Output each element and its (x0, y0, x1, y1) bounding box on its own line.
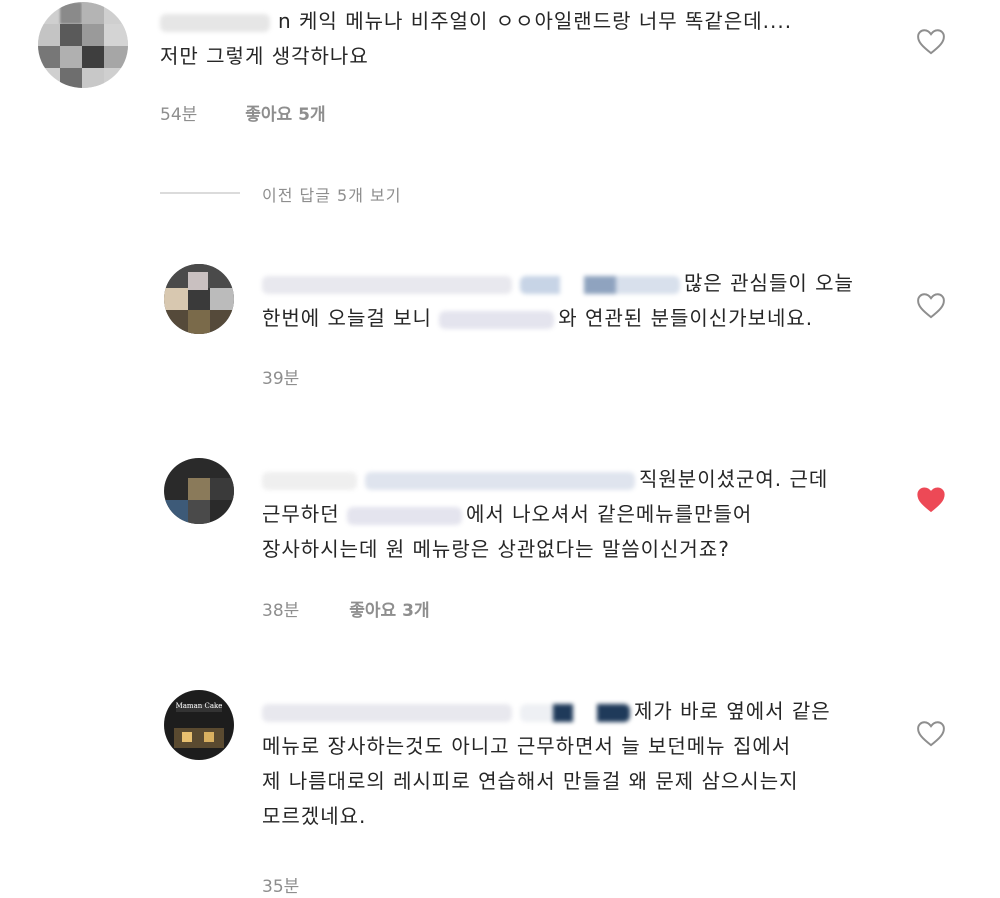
comment-time: 54분 (160, 105, 198, 125)
blurred-username[interactable] (262, 471, 357, 490)
likes-count-link[interactable]: 좋아요 3개 (349, 601, 429, 621)
comment-line: 저만 그렇게 생각하나요 (160, 44, 369, 68)
reply-line: 많은 관심들이 오늘 (684, 271, 854, 295)
replies-divider (160, 192, 240, 194)
avatar-shop-label: Maman Cake (175, 702, 223, 710)
reply-line: 직원분이셨군여. 근데 (639, 467, 829, 491)
reply-line: 와 연관된 분들이신가보네요. (558, 306, 814, 330)
reply-meta: 35분 (262, 872, 299, 897)
likes-count-link[interactable]: 좋아요 5개 (245, 105, 325, 125)
reply-line: 에서 나오셔서 같은메뉴를만들어 (465, 502, 753, 526)
reply-text: 직원분이셨군여. 근데 근무하던 에서 나오셔서 같은메뉴를만들어 장사하시는데… (262, 462, 828, 567)
comment-meta: 54분 좋아요 5개 (160, 100, 326, 125)
blurred-place-name (439, 310, 555, 329)
blurred-mention[interactable] (365, 471, 635, 490)
blurred-mention[interactable] (520, 275, 680, 294)
avatar[interactable] (164, 458, 234, 524)
reply-line: 메뉴로 장사하는것도 아니고 근무하면서 늘 보던메뉴 집에서 (262, 734, 792, 758)
blurred-username[interactable] (262, 703, 512, 722)
reply-time: 39분 (262, 369, 300, 389)
like-heart-icon[interactable] (916, 292, 946, 319)
reply-line: 근무하던 (262, 502, 340, 526)
reply-line: 제가 바로 옆에서 같은 (634, 699, 831, 723)
blurred-mention[interactable] (520, 703, 630, 722)
blurred-place-name (346, 506, 462, 525)
blurred-username[interactable] (160, 13, 270, 32)
blurred-username[interactable] (262, 275, 512, 294)
reply-line: 한번에 오늘걸 보니 (262, 306, 432, 330)
reply-line: 장사하시는데 원 메뉴랑은 상관없다는 말씀이신거죠? (262, 537, 730, 561)
reply-line: 모르겠네요. (262, 804, 367, 828)
comment-text: n 케익 메뉴나 비주얼이 ㅇㅇ아일랜드랑 너무 똑같은데.... 저만 그렇게… (160, 4, 792, 74)
avatar[interactable] (38, 2, 128, 88)
view-previous-replies-link[interactable]: 이전 답글 5개 보기 (262, 182, 401, 206)
reply-text: 많은 관심들이 오늘 한번에 오늘걸 보니 와 연관된 분들이신가보네요. (262, 266, 854, 336)
like-heart-icon[interactable] (916, 720, 946, 747)
like-heart-icon[interactable] (916, 28, 946, 55)
reply-text: 제가 바로 옆에서 같은 메뉴로 장사하는것도 아니고 근무하면서 늘 보던메뉴… (262, 694, 831, 834)
reply-time: 35분 (262, 877, 300, 897)
reply-time: 38분 (262, 601, 300, 621)
reply-meta: 38분 좋아요 3개 (262, 596, 430, 621)
avatar[interactable] (164, 264, 234, 334)
reply-meta: 39분 (262, 364, 299, 389)
comment-line: n 케익 메뉴나 비주얼이 ㅇㅇ아일랜드랑 너무 똑같은데.... (278, 9, 793, 33)
reply-line: 제 나름대로의 레시피로 연습해서 만들걸 왜 문제 삼으시는지 (262, 769, 799, 793)
liked-heart-icon[interactable] (916, 486, 946, 513)
avatar[interactable]: Maman Cake (164, 690, 234, 760)
